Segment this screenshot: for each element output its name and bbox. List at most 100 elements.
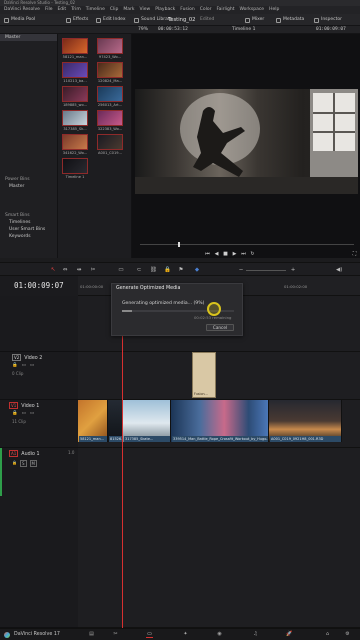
media-thumbnail-label: 322383_Wo... [97, 127, 123, 131]
cancel-button[interactable]: Cancel [206, 324, 234, 331]
disable-track-icon[interactable]: ▭ [30, 411, 34, 416]
stop-icon[interactable]: ■ [223, 252, 228, 257]
track-id-v1[interactable]: V1 [9, 402, 19, 409]
menu-item[interactable]: Fairlight [216, 6, 234, 14]
play-reverse-icon[interactable]: ◀ [214, 252, 219, 257]
flag-icon[interactable]: ⚑ [178, 267, 184, 273]
play-icon[interactable]: ▶ [232, 252, 237, 257]
marker-icon[interactable]: ◆ [194, 267, 200, 273]
track-lane-a1[interactable] [78, 448, 360, 628]
track-clip-count: 11 Clip [12, 419, 26, 424]
media-thumbnail[interactable] [97, 38, 123, 54]
menu-item[interactable]: Workspace [239, 6, 264, 14]
smart-bin-timelines[interactable]: Timelines [0, 219, 58, 226]
smart-bin-user[interactable]: User Smart Bins [0, 226, 58, 233]
menu-item[interactable]: Timeline [86, 6, 105, 14]
timeline-clip[interactable]: 317385_Skate... [123, 400, 171, 442]
bin-master[interactable]: Master [0, 34, 57, 41]
viewer-scrubber[interactable] [140, 244, 354, 245]
timeline-clip-v2[interactable]: Fusion... [192, 352, 216, 398]
timeline-name[interactable]: Timeline 1 [232, 26, 255, 34]
media-thumbnail[interactable] [97, 110, 123, 126]
timeline-clip[interactable]: 339514_Man_Battle_Rope_Crossfit_Workout_… [171, 400, 269, 442]
track-header-empty [0, 296, 78, 352]
menu-item[interactable]: View [140, 6, 151, 14]
media-thumbnail[interactable] [62, 86, 88, 102]
sound-library-button[interactable]: Sound Library [134, 16, 172, 24]
media-thumbnail[interactable] [62, 134, 88, 150]
media-pool-button[interactable]: Media Pool [4, 16, 35, 24]
zoom-level[interactable]: 79% [138, 26, 148, 34]
track-id-a1[interactable]: A1 [9, 450, 19, 457]
menu-item[interactable]: Help [269, 6, 279, 14]
zoom-out-icon[interactable]: − [238, 267, 244, 273]
menu-item[interactable]: Clip [110, 6, 119, 14]
position-lock-icon[interactable]: 🔒 [164, 267, 171, 273]
media-thumbnail[interactable] [97, 134, 123, 150]
cut-page-icon[interactable]: ✂ [112, 631, 119, 638]
smart-bins-title: Smart Bins [5, 213, 30, 218]
menu-item[interactable]: DaVinci Resolve [4, 6, 40, 14]
loop-icon[interactable]: ↻ [250, 252, 255, 257]
menu-item[interactable]: Fusion [180, 6, 194, 14]
timeline-clip[interactable]: 58121_man... [78, 400, 108, 442]
timeline-clip[interactable]: 81526... [108, 400, 123, 442]
playhead[interactable] [122, 296, 123, 628]
edit-page-icon[interactable]: ▭ [146, 631, 153, 638]
skip-forward-icon[interactable]: ⏭ [241, 252, 246, 257]
video-frame-image [135, 89, 358, 194]
menu-item[interactable]: Edit [57, 6, 66, 14]
media-thumbnail[interactable] [62, 110, 88, 126]
media-thumbnail[interactable] [62, 38, 88, 54]
menu-item[interactable]: Mark [123, 6, 134, 14]
media-thumbnail[interactable] [97, 86, 123, 102]
menu-item[interactable]: Trim [71, 6, 81, 14]
settings-icon[interactable]: ⚙ [344, 631, 351, 638]
effects-button[interactable]: Effects [66, 16, 88, 24]
track-name-v1: Video 1 [21, 404, 40, 409]
timeline-clip[interactable]: A001_C019_0921H8_001.R3D [269, 400, 342, 442]
trim-tool-icon[interactable]: ⇔ [62, 267, 68, 273]
track-lane-v2[interactable]: Fusion... [78, 352, 360, 400]
blade-tool-icon[interactable]: ✂ [90, 267, 96, 273]
lock-track-icon[interactable]: 🔒 [12, 411, 18, 416]
color-page-icon[interactable]: ◉ [216, 631, 223, 638]
snapping-icon[interactable]: ⊂ [136, 267, 142, 273]
auto-select-icon[interactable]: ▭ [22, 411, 26, 416]
power-bin-master[interactable]: Master [0, 183, 58, 190]
zoom-slider[interactable] [246, 270, 286, 271]
track-lane-v1[interactable]: 58121_man... 81526... 317385_Skate... 33… [78, 400, 360, 448]
viewer-scrubber-handle[interactable] [178, 242, 180, 247]
media-thumbnail[interactable] [97, 62, 123, 78]
menu-item[interactable]: File [45, 6, 53, 14]
mixer-button[interactable]: Mixer [245, 16, 264, 24]
fullscreen-icon[interactable]: ⛶ [352, 252, 357, 257]
insert-clip-icon[interactable]: ▭ [118, 267, 124, 273]
link-icon[interactable]: ⛓ [150, 267, 157, 273]
media-thumbnail[interactable] [62, 62, 88, 78]
disable-track-icon[interactable]: ▭ [30, 363, 34, 368]
lock-track-icon[interactable]: 🔒 [12, 460, 17, 467]
home-icon[interactable]: ⌂ [324, 631, 331, 638]
solo-button[interactable]: S [19, 460, 27, 467]
dynamic-trim-icon[interactable]: ⇹ [76, 267, 82, 273]
media-thumbnail[interactable] [62, 158, 88, 174]
edit-index-button[interactable]: Edit Index [96, 16, 126, 24]
audio-level-icon[interactable]: ◀) [336, 267, 342, 273]
mute-button[interactable]: M [29, 460, 37, 467]
edit-toolbar: ↖ ⇔ ⇹ ✂ ▭ ⊂ ⛓ 🔒 ⚑ ◆ − + ◀) [0, 262, 360, 276]
lock-track-icon[interactable]: 🔒 [12, 363, 18, 368]
auto-select-icon[interactable]: ▭ [22, 363, 26, 368]
skip-back-icon[interactable]: ⏮ [205, 252, 210, 257]
smart-bin-keywords[interactable]: Keywords [0, 233, 58, 240]
fusion-page-icon[interactable]: ✦ [182, 631, 189, 638]
media-page-icon[interactable]: ▤ [88, 631, 95, 638]
selection-tool-icon[interactable]: ↖ [50, 267, 56, 273]
inspector-button[interactable]: Inspector [314, 16, 342, 24]
menu-item[interactable]: Playback [155, 6, 175, 14]
deliver-page-icon[interactable]: 🚀 [286, 631, 293, 638]
fairlight-page-icon[interactable]: ♫ [252, 631, 259, 638]
metadata-button[interactable]: Metadata [276, 16, 304, 24]
menu-item[interactable]: Color [200, 6, 212, 14]
zoom-in-icon[interactable]: + [290, 267, 296, 273]
